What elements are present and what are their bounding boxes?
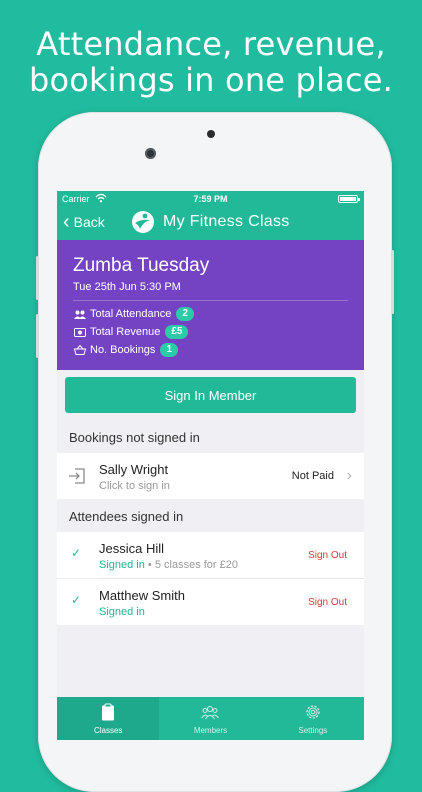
- checkmark-icon: ✓: [71, 593, 82, 607]
- checkmark-icon: ✓: [71, 546, 82, 560]
- member-name: Matthew Smith: [99, 588, 185, 603]
- member-name: Sally Wright: [99, 462, 169, 477]
- sign-out-button[interactable]: Sign Out: [308, 532, 347, 578]
- class-name: Zumba Tuesday: [73, 255, 210, 276]
- promo-headline: Attendance, revenue, bookings in one pla…: [0, 26, 422, 98]
- status-bar: Carrier 7:59 PM: [57, 191, 364, 207]
- app-brand: My Fitness Class: [131, 210, 290, 234]
- stat-total-attendance: Total Attendance 2: [73, 307, 194, 321]
- phone-camera: [145, 148, 156, 159]
- sign-out-button[interactable]: Sign Out: [308, 579, 347, 625]
- stat-label: No. Bookings: [90, 344, 156, 356]
- headline-line-1: Attendance, revenue,: [36, 25, 386, 63]
- app-screen: Carrier 7:59 PM ‹ Back My Fitness Class …: [57, 191, 364, 740]
- chevron-right-icon: ›: [346, 467, 352, 484]
- stat-total-revenue: Total Revenue £5: [73, 325, 189, 339]
- clipboard-icon: [102, 703, 115, 721]
- navigation-bar: Carrier 7:59 PM ‹ Back My Fitness Class: [57, 191, 364, 240]
- tab-label: Settings: [298, 726, 328, 735]
- headline-line-2: bookings in one place.: [28, 61, 394, 99]
- tab-bar: Classes Members Settings: [57, 697, 364, 740]
- signed-in-label: Signed in: [99, 606, 145, 618]
- people-icon: [74, 310, 86, 319]
- member-subtitle: Signed in: [99, 606, 145, 618]
- attendee-row: ✓ Matthew Smith Signed in Sign Out: [57, 579, 364, 625]
- stat-label: Total Revenue: [90, 326, 161, 338]
- stat-label: Total Attendance: [90, 308, 172, 320]
- tab-classes[interactable]: Classes: [57, 697, 160, 740]
- class-summary-panel: Zumba Tuesday Tue 25th Jun 5:30 PM Total…: [57, 240, 364, 370]
- signed-in-label: Signed in: [99, 559, 145, 571]
- tab-settings[interactable]: Settings: [262, 697, 364, 740]
- attendees-section-header: Attendees signed in: [69, 509, 184, 524]
- phone-side-button: [391, 250, 394, 314]
- gear-icon: [306, 705, 320, 719]
- sign-in-member-button[interactable]: Sign In Member: [65, 377, 356, 413]
- stat-badge: £5: [165, 325, 189, 339]
- membership-detail: • 5 classes for £20: [144, 559, 238, 571]
- member-subtitle: Click to sign in: [99, 480, 170, 492]
- tab-label: Classes: [93, 726, 123, 735]
- back-button[interactable]: ‹ Back: [63, 211, 105, 233]
- stat-bookings: No. Bookings 1: [73, 343, 178, 357]
- payment-status: Not Paid: [291, 470, 334, 482]
- battery-icon: [338, 195, 360, 203]
- phone-side-button: [36, 256, 39, 300]
- phone-speaker: [207, 130, 215, 138]
- sign-in-icon: [69, 468, 85, 484]
- basket-icon: [73, 345, 87, 355]
- app-logo-icon: [132, 211, 154, 233]
- divider: [73, 300, 348, 301]
- status-time: 7:59 PM: [193, 194, 228, 204]
- member-name: Jessica Hill: [99, 541, 165, 556]
- nav-title: My Fitness Class: [163, 213, 290, 230]
- class-datetime: Tue 25th Jun 5:30 PM: [73, 281, 181, 293]
- members-icon: [201, 706, 220, 720]
- stat-badge: 2: [176, 307, 194, 321]
- money-icon: [74, 327, 86, 337]
- tab-members[interactable]: Members: [159, 697, 261, 740]
- back-label: Back: [73, 214, 105, 230]
- phone-side-button: [36, 314, 39, 358]
- bookings-section-header: Bookings not signed in: [69, 430, 200, 445]
- chevron-left-icon: ‹: [63, 211, 70, 233]
- booking-row[interactable]: Sally Wright Click to sign in Not Paid ›: [57, 453, 364, 499]
- attendee-row: ✓ Jessica Hill Signed in • 5 classes for…: [57, 532, 364, 578]
- stat-badge: 1: [160, 343, 178, 357]
- member-subtitle: Signed in • 5 classes for £20: [99, 559, 238, 571]
- tab-label: Members: [193, 726, 228, 735]
